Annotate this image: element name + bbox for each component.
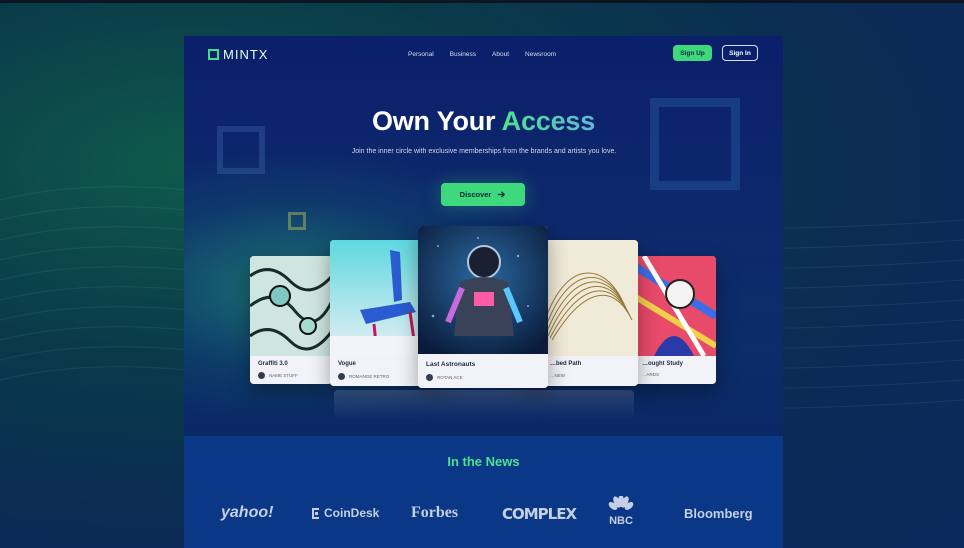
- coindesk-text: CoinDesk: [324, 506, 380, 520]
- hero-subtitle: Join the inner circle with exclusive mem…: [351, 148, 617, 155]
- card-artwork-graffiti: [250, 256, 332, 356]
- card-owner: NAME STUFF: [258, 372, 298, 379]
- coindesk-bracket-icon: [312, 507, 319, 519]
- card-title: Vogue: [338, 361, 356, 367]
- owner-name: …ARDS: [642, 372, 660, 377]
- nft-card-last-astronauts[interactable]: Last Astronauts ROTAN ACE: [418, 226, 548, 388]
- owner-name: NAME STUFF: [269, 373, 298, 378]
- brand-logo-yahoo[interactable]: yahoo!: [221, 504, 273, 522]
- mintx-logo[interactable]: MINTX: [208, 47, 268, 62]
- discover-label: Discover: [459, 190, 492, 199]
- card-meta: Last Astronauts ROTAN ACE: [418, 354, 548, 388]
- owner-name: ROMANGE RETRO: [349, 374, 390, 379]
- logo-text: MINTX: [223, 47, 269, 62]
- brand-logo-complex[interactable]: COMPLEX: [502, 505, 577, 523]
- nav-link-about[interactable]: About: [492, 51, 509, 58]
- hero-title-main: Own Your: [371, 106, 496, 136]
- landing-page: MINTX Personal Business About Newsroom S…: [184, 36, 783, 548]
- card-artwork-last-astronauts: [418, 226, 548, 354]
- owner-avatar: [426, 374, 433, 381]
- news-section: In the News yahoo! CoinDesk Forbes COMPL…: [184, 436, 783, 548]
- nav-links: Personal Business About Newsroom: [408, 51, 556, 58]
- card-owner: …ARDS: [642, 372, 659, 377]
- hero-title-accent: Access: [501, 106, 596, 136]
- owner-name: …NEW: [550, 373, 565, 378]
- card-artwork-thought-study: [634, 256, 716, 356]
- card-owner: ROTAN ACE: [426, 374, 463, 381]
- brand-logo-bloomberg[interactable]: Bloomberg: [684, 506, 753, 521]
- sign-in-button[interactable]: Sign In: [722, 45, 758, 61]
- card-owner: ROMANGE RETRO: [338, 373, 389, 380]
- card-title: …ought Study: [642, 361, 683, 367]
- nav-link-business[interactable]: Business: [450, 51, 476, 58]
- nav-link-personal[interactable]: Personal: [408, 51, 434, 58]
- hero-title: Own Your Access: [184, 106, 783, 137]
- owner-name: ROTAN ACE: [437, 375, 463, 380]
- nav-link-newsroom[interactable]: Newsroom: [525, 51, 556, 58]
- nbc-text: NBC: [609, 515, 633, 527]
- nft-card-graffiti[interactable]: Graffiti 3.0 NAME STUFF: [250, 256, 332, 384]
- arrow-right-icon: [498, 191, 506, 198]
- owner-avatar: [258, 372, 265, 379]
- decor-square: [288, 212, 306, 230]
- cards-reflection: [334, 390, 634, 420]
- nft-card-thought-study[interactable]: …ought Study …ARDS: [634, 256, 716, 384]
- top-nav: MINTX Personal Business About Newsroom S…: [184, 36, 783, 72]
- owner-avatar: [338, 373, 345, 380]
- logo-square-icon: [208, 49, 219, 60]
- brand-logo-nbc[interactable]: NBC: [606, 495, 636, 527]
- card-owner: …NEW: [550, 373, 565, 378]
- brand-logo-forbes[interactable]: Forbes: [411, 504, 458, 522]
- brand-logo-coindesk[interactable]: CoinDesk: [311, 506, 379, 520]
- news-title: In the News: [447, 454, 520, 469]
- card-meta: …ought Study …ARDS: [634, 356, 716, 384]
- sign-up-button[interactable]: Sign Up: [673, 45, 712, 61]
- card-meta: Graffiti 3.0 NAME STUFF: [250, 356, 332, 384]
- card-title: Graffiti 3.0: [258, 361, 288, 367]
- peacock-icon: [608, 495, 634, 510]
- card-title: …bed Path: [550, 361, 582, 367]
- card-title: Last Astronauts: [426, 361, 476, 368]
- discover-button[interactable]: Discover: [441, 183, 525, 206]
